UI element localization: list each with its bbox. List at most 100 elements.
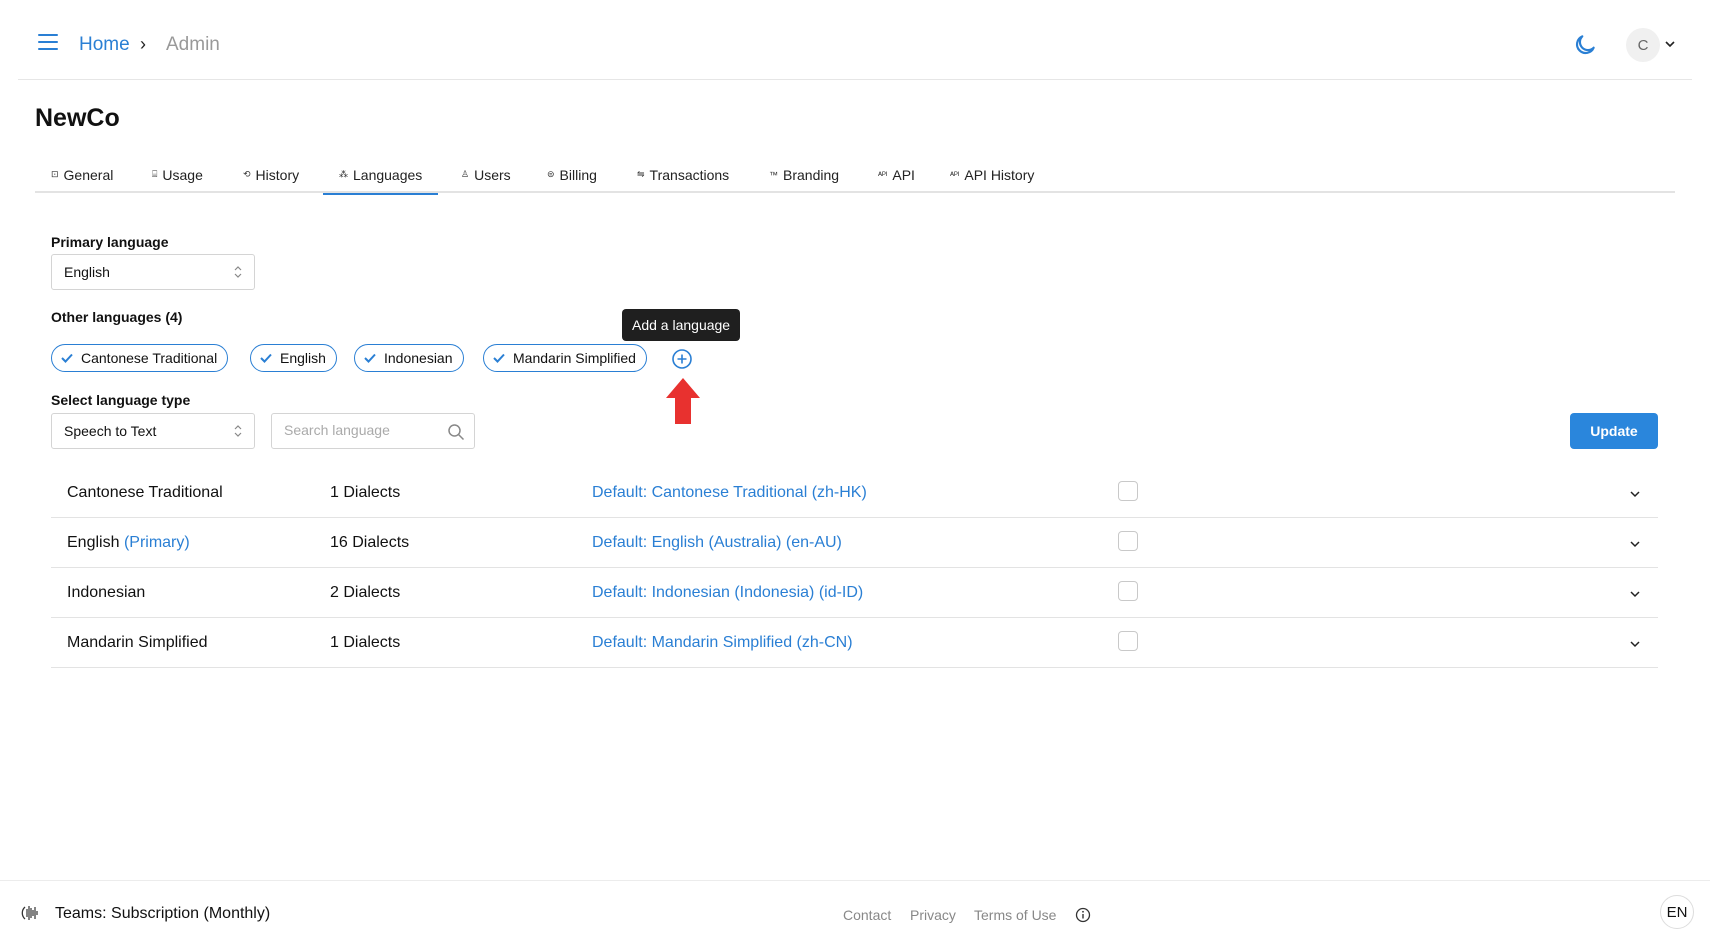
- moon-icon[interactable]: [1572, 32, 1598, 58]
- add-language-tooltip: Add a language: [622, 309, 741, 341]
- language-chip-indonesian[interactable]: Indonesian: [354, 344, 464, 372]
- footer: Teams: Subscription (Monthly) Contact Pr…: [0, 880, 1710, 945]
- language-name: Mandarin Simplified: [67, 634, 208, 652]
- default-dialect-link[interactable]: Default: Cantonese Traditional (zh-HK): [592, 484, 867, 502]
- breadcrumb-current: Admin: [166, 34, 220, 55]
- primary-language-select[interactable]: English: [51, 254, 255, 290]
- row-checkbox[interactable]: [1118, 631, 1138, 651]
- tab-users[interactable]: ♙ Users: [445, 156, 527, 193]
- row-checkbox[interactable]: [1118, 481, 1138, 501]
- tab-label: Languages: [353, 166, 423, 183]
- tab-api[interactable]: ᴬᴾᴵ API: [862, 156, 931, 193]
- tab-label: General: [63, 166, 114, 183]
- tab-branding[interactable]: ™ Branding: [753, 156, 855, 193]
- language-name: Cantonese Traditional: [67, 484, 223, 502]
- language-name-text: Cantonese Traditional: [67, 484, 223, 501]
- search-field[interactable]: [271, 413, 475, 449]
- tab-transactions[interactable]: ⇋ Transactions: [621, 156, 745, 193]
- default-dialect-link[interactable]: Default: English (Australia) (en-AU): [592, 534, 842, 552]
- table-row: Indonesian 2 Dialects Default: Indonesia…: [51, 568, 1658, 618]
- dialect-count: 2 Dialects: [330, 584, 401, 601]
- top-bar: Home › Admin C: [18, 0, 1692, 80]
- table-row: Cantonese Traditional 1 Dialects Default…: [51, 468, 1658, 518]
- dialect-count: 1 Dialects: [330, 634, 401, 651]
- chip-label: Indonesian: [384, 350, 453, 366]
- search-input[interactable]: [284, 422, 444, 438]
- language-chip-cantonese[interactable]: Cantonese Traditional: [51, 344, 229, 372]
- chevron-down-icon[interactable]: [1628, 537, 1642, 551]
- usage-icon: ⌸: [152, 169, 158, 179]
- avatar: C: [1626, 28, 1660, 62]
- chip-label: Mandarin Simplified: [513, 350, 636, 366]
- red-arrow-annotation-icon: [666, 378, 700, 424]
- language-chip-english[interactable]: English: [250, 344, 337, 372]
- tab-label: Users: [474, 166, 511, 183]
- table-row: Mandarin Simplified 1 Dialects Default: …: [51, 618, 1658, 668]
- chevron-down-icon: [1665, 41, 1675, 48]
- language-chip-mandarin[interactable]: Mandarin Simplified: [483, 344, 647, 372]
- primary-language-label: Primary language: [51, 234, 169, 250]
- breadcrumb-home[interactable]: Home: [79, 34, 130, 56]
- privacy-link[interactable]: Privacy: [910, 907, 956, 923]
- locale-button[interactable]: EN: [1660, 895, 1694, 929]
- tab-general[interactable]: ⊡ General: [35, 156, 129, 193]
- language-name-text: Indonesian: [67, 584, 146, 601]
- transactions-icon: ⇋: [637, 169, 645, 179]
- chevron-down-icon[interactable]: [1628, 587, 1642, 601]
- language-name: Indonesian: [67, 584, 145, 602]
- search-icon[interactable]: [447, 423, 465, 441]
- tab-label: History: [255, 166, 300, 183]
- soundwave-logo-icon: [21, 906, 38, 920]
- chevron-down-icon[interactable]: [1628, 637, 1642, 651]
- trademark-icon: ™: [769, 169, 778, 180]
- contact-link[interactable]: Contact: [843, 907, 891, 923]
- tab-label: Billing: [559, 166, 597, 183]
- user-menu-button[interactable]: C: [1626, 28, 1676, 62]
- chip-label: Cantonese Traditional: [81, 350, 218, 366]
- general-icon: ⊡: [51, 169, 59, 179]
- tab-languages[interactable]: ⁂ Languages: [323, 156, 439, 195]
- primary-tag: (Primary): [123, 534, 190, 551]
- tab-usage[interactable]: ⌸ Usage: [136, 156, 219, 193]
- users-icon: ♙: [461, 169, 470, 179]
- languages-icon: ⁂: [339, 169, 348, 179]
- table-row: English (Primary) 16 Dialects Default: E…: [51, 518, 1658, 568]
- page-title: NewCo: [35, 104, 120, 132]
- tab-api-history[interactable]: ᴬᴾᴵ API History: [934, 156, 1050, 193]
- tab-label: API History: [964, 166, 1035, 183]
- check-icon: [61, 353, 73, 363]
- history-icon: ⟲: [243, 169, 251, 179]
- languages-table: Cantonese Traditional 1 Dialects Default…: [51, 468, 1658, 668]
- tab-label: Branding: [783, 166, 840, 183]
- api-icon: ᴬᴾᴵ: [878, 169, 888, 180]
- info-icon[interactable]: [1075, 907, 1091, 923]
- hamburger-icon[interactable]: [38, 34, 58, 50]
- default-dialect-link[interactable]: Default: Mandarin Simplified (zh-CN): [592, 634, 853, 652]
- select-arrows-icon: [234, 425, 242, 437]
- billing-icon: ⊜: [547, 169, 555, 179]
- subscription-plan: Teams: Subscription (Monthly): [55, 905, 271, 922]
- terms-link[interactable]: Terms of Use: [974, 907, 1056, 923]
- api-icon: ᴬᴾᴵ: [950, 169, 960, 180]
- tab-history[interactable]: ⟲ History: [227, 156, 315, 193]
- default-dialect-link[interactable]: Default: Indonesian (Indonesia) (id-ID): [592, 584, 863, 602]
- row-checkbox[interactable]: [1118, 531, 1138, 551]
- breadcrumb-separator: ›: [140, 34, 146, 54]
- dialect-count: 1 Dialects: [330, 484, 401, 501]
- add-language-icon[interactable]: [671, 348, 693, 370]
- select-arrows-icon: [234, 266, 242, 278]
- tab-label: Usage: [162, 166, 203, 183]
- other-languages-label: Other languages (4): [51, 309, 183, 325]
- tab-bar: ⊡ General ⌸ Usage ⟲ History ⁂ Languages ♙ Use…: [35, 156, 1675, 195]
- chip-label: English: [280, 350, 326, 366]
- language-type-value: Speech to Text: [64, 423, 157, 439]
- language-type-select[interactable]: Speech to Text: [51, 413, 255, 449]
- chevron-down-icon[interactable]: [1628, 487, 1642, 501]
- update-button[interactable]: Update: [1570, 413, 1658, 449]
- language-name: English (Primary): [67, 534, 190, 552]
- row-checkbox[interactable]: [1118, 581, 1138, 601]
- check-icon: [493, 353, 505, 363]
- primary-language-value: English: [64, 264, 110, 280]
- language-name-text: English: [67, 534, 120, 551]
- tab-billing[interactable]: ⊜ Billing: [531, 156, 613, 193]
